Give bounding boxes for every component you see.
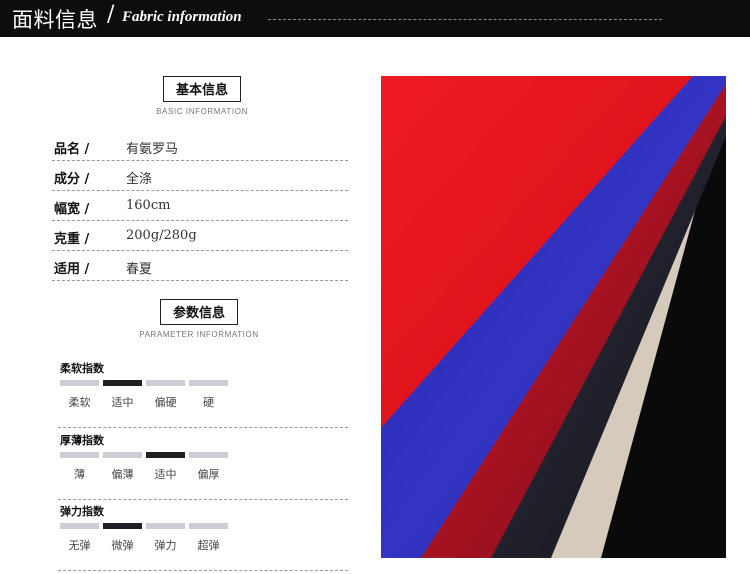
scale-bar — [146, 452, 185, 458]
param-group-title: 厚薄指数 — [60, 434, 104, 447]
parameter-info-subtitle: PARAMETER INFORMATION — [139, 330, 259, 339]
parameter-info-title: 参数信息 — [159, 299, 238, 325]
scale-label: 偏薄 — [111, 468, 134, 481]
header-slash: / — [107, 2, 115, 27]
scale-bar — [189, 380, 228, 386]
scale-bar — [103, 380, 142, 386]
param-group-softness: 柔软指数 柔软 适中 偏硬 硬 — [58, 360, 348, 428]
param-group-thickness: 厚薄指数 薄 偏薄 适中 偏厚 — [58, 432, 348, 500]
info-row-name: 品名 / 有氨罗马 — [52, 131, 348, 161]
info-value: 160cm — [126, 198, 171, 213]
info-value: 200g/280g — [126, 228, 197, 243]
param-group-elasticity: 弹力指数 无弹 微弹 弹力 超弹 — [58, 503, 348, 571]
info-value: 全涤 — [126, 172, 153, 187]
info-key: 幅宽 / — [54, 202, 90, 217]
scale-bar — [60, 452, 99, 458]
header-bar: 面料信息 / Fabric information — [0, 0, 750, 37]
parameter-info-heading: 参数信息 PARAMETER INFORMATION — [99, 299, 299, 339]
basic-info-list: 品名 / 有氨罗马 成分 / 全涤 幅宽 / 160cm 克重 / 200g/2… — [52, 131, 348, 281]
scale-bar — [146, 380, 185, 386]
basic-info-heading: 基本信息 BASIC INFORMATION — [102, 76, 302, 116]
scale-label: 超弹 — [197, 539, 220, 552]
scale-label: 弹力 — [154, 539, 177, 552]
info-row-season: 适用 / 春夏 — [52, 251, 348, 281]
scale-label: 无弹 — [68, 539, 91, 552]
scale-label: 偏厚 — [197, 468, 220, 481]
info-key: 品名 / — [54, 142, 90, 157]
info-key: 成分 / — [54, 172, 90, 187]
scale-label: 微弹 — [111, 539, 134, 552]
scale-label: 适中 — [154, 468, 177, 481]
scale-bar — [189, 523, 228, 529]
scale-bar — [103, 523, 142, 529]
info-row-composition: 成分 / 全涤 — [52, 161, 348, 191]
scale-bar — [60, 523, 99, 529]
param-group-title: 弹力指数 — [60, 505, 104, 518]
info-key: 适用 / — [54, 262, 90, 277]
scale-label: 偏硬 — [154, 396, 177, 409]
scale-label: 硬 — [203, 396, 214, 409]
header-title-cn: 面料信息 — [12, 8, 98, 32]
info-value: 春夏 — [126, 262, 153, 277]
scale-bar — [60, 380, 99, 386]
fabric-swatch-image — [381, 76, 726, 558]
scale-bar — [103, 452, 142, 458]
info-row-weight: 克重 / 200g/280g — [52, 221, 348, 251]
info-value: 有氨罗马 — [126, 142, 179, 157]
info-row-width: 幅宽 / 160cm — [52, 191, 348, 221]
scale-label: 薄 — [74, 468, 85, 481]
basic-info-title: 基本信息 — [162, 76, 241, 102]
scale-label: 适中 — [111, 396, 134, 409]
info-key: 克重 / — [54, 232, 90, 247]
scale-bar — [189, 452, 228, 458]
param-group-title: 柔软指数 — [60, 362, 104, 375]
scale-bar — [146, 523, 185, 529]
basic-info-subtitle: BASIC INFORMATION — [156, 107, 248, 116]
header-title-en: Fabric information — [122, 9, 242, 25]
scale-label: 柔软 — [68, 396, 91, 409]
fabric-swatch-graphic — [381, 76, 726, 558]
header-dotted-line — [268, 19, 662, 20]
